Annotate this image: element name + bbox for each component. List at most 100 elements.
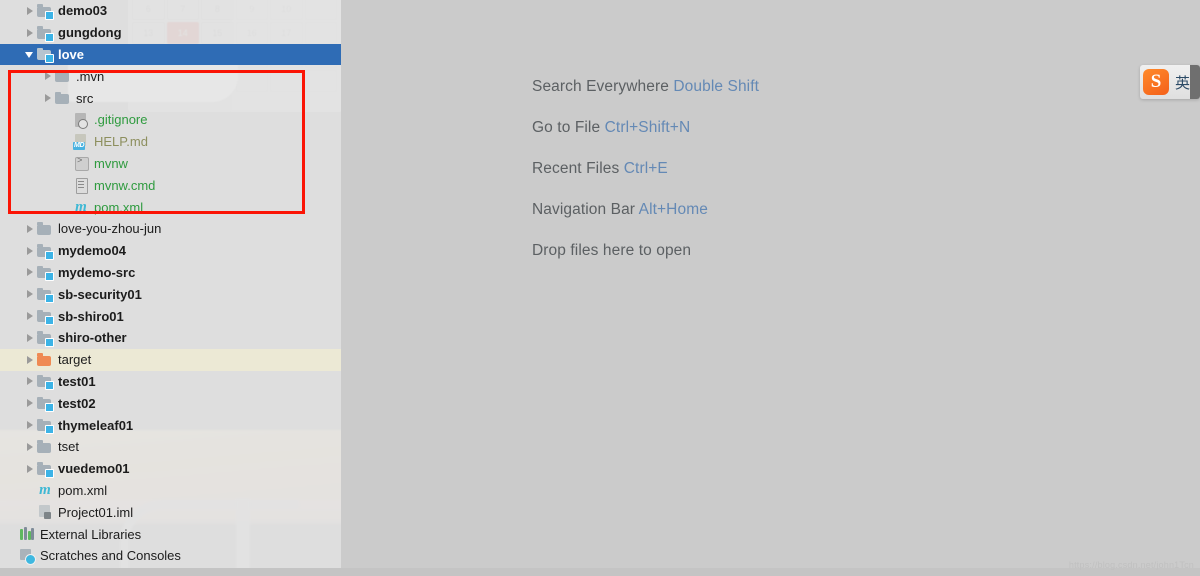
tree-row[interactable]: target — [0, 348, 341, 371]
tree-row[interactable]: sb-shiro01 — [0, 305, 341, 327]
tree-node-label: Scratches and Consoles — [40, 548, 181, 564]
tree-row[interactable]: test02 — [0, 392, 341, 414]
chevron-right-icon[interactable] — [24, 419, 37, 432]
scratches-icon — [19, 548, 36, 565]
tree-row[interactable]: mvnw.cmd — [0, 174, 341, 196]
chevron-down-icon[interactable] — [24, 48, 37, 61]
tree-row[interactable]: mydemo-src — [0, 262, 341, 284]
library-bar-glyph — [31, 528, 34, 541]
chevron-right-icon[interactable] — [24, 440, 37, 453]
shortcut-hint-row: Drop files here to open — [532, 242, 759, 260]
tree-row[interactable]: mvnw — [0, 153, 341, 175]
tree-node-label: pom.xml — [94, 199, 144, 215]
tree-row[interactable]: Scratches and Consoles — [0, 545, 341, 567]
ime-language-mode-label[interactable]: 英 — [1175, 72, 1190, 93]
folder-module-icon — [37, 25, 54, 42]
folder-module-icon — [37, 46, 54, 64]
shortcut-hint-row: Search Everywhere Double Shift — [532, 78, 759, 96]
tree-row[interactable]: gungdong — [0, 22, 341, 44]
tree-node-label: mydemo-src — [58, 264, 136, 280]
chevron-right-icon[interactable] — [24, 26, 37, 39]
tree-node-label: thymeleaf01 — [58, 417, 134, 433]
chevron-right-icon[interactable] — [24, 331, 37, 344]
chevron-right-icon[interactable] — [24, 397, 37, 410]
watermark-text: https://blog.csdn.net/john1Tcn — [1068, 560, 1194, 570]
module-badge-icon — [45, 32, 54, 42]
tree-row[interactable]: thymeleaf01 — [0, 414, 341, 436]
folder-module-icon — [37, 330, 54, 347]
tree-node-label: test02 — [58, 395, 96, 411]
project-tree[interactable]: demo03 gungdong love .mvn src .gitignore MD HEL… — [0, 0, 341, 567]
chevron-right-icon[interactable] — [24, 222, 37, 235]
tree-row[interactable]: sb-security01 — [0, 283, 341, 305]
file-lines-glyph — [78, 181, 84, 183]
cmd-file-icon — [73, 177, 89, 195]
chevron-right-icon[interactable] — [24, 266, 37, 279]
tree-row[interactable]: .mvn — [0, 65, 341, 87]
tree-node-label: pom.xml — [58, 482, 108, 498]
module-badge-icon — [45, 403, 54, 413]
chevron-right-icon[interactable] — [24, 288, 37, 301]
tree-node-label: sb-security01 — [58, 286, 142, 302]
tree-row[interactable]: test01 — [0, 371, 341, 393]
folder-icon — [37, 439, 53, 455]
tree-node-label: test01 — [58, 373, 96, 389]
chevron-right-icon[interactable] — [42, 70, 55, 83]
tree-node-label: mydemo04 — [58, 243, 126, 259]
chevron-right-icon[interactable] — [24, 462, 37, 475]
chevron-right-icon[interactable] — [24, 375, 37, 388]
tree-row[interactable]: m pom.xml — [0, 196, 341, 218]
tree-row[interactable]: MD HELP.md — [0, 131, 341, 153]
chevron-right-icon[interactable] — [24, 4, 37, 17]
chevron-right-icon[interactable] — [24, 353, 37, 366]
tree-node-label: gungdong — [58, 25, 122, 41]
tree-row[interactable]: m pom.xml — [0, 480, 341, 502]
editor-empty-area: Search Everywhere Double Shift Go to File… — [341, 0, 1200, 576]
tree-row[interactable]: src — [0, 87, 341, 109]
tree-row[interactable]: love — [0, 43, 341, 66]
chevron-right-icon[interactable] — [24, 310, 37, 323]
project-tool-window[interactable]: demo03 gungdong love .mvn src .gitignore MD HEL… — [0, 0, 341, 576]
sogou-ime-widget[interactable]: S 英 — [1140, 65, 1200, 99]
tree-node-label: tset — [58, 439, 79, 455]
ime-edge-strip — [1190, 65, 1200, 99]
tree-row[interactable]: mydemo04 — [0, 240, 341, 262]
chevron-right-icon[interactable] — [24, 244, 37, 257]
library-bar-glyph — [24, 527, 27, 541]
tree-node-label: demo03 — [58, 3, 108, 19]
folder-module-icon — [37, 461, 54, 478]
tree-node-label: love — [58, 46, 85, 62]
tree-row[interactable]: tset — [0, 436, 341, 458]
tree-node-label: target — [58, 352, 92, 368]
module-badge-icon — [45, 54, 54, 64]
tree-row[interactable]: demo03 — [0, 0, 341, 22]
tree-row[interactable]: External Libraries — [0, 523, 341, 545]
shortcut-action-label: Search Everywhere — [532, 78, 669, 95]
module-badge-icon — [45, 337, 54, 347]
gitignore-icon — [73, 112, 89, 129]
module-badge-icon — [45, 381, 54, 391]
tree-row[interactable]: shiro-other — [0, 327, 341, 349]
tree-row[interactable]: vuedemo01 — [0, 458, 341, 480]
tree-node-label: External Libraries — [40, 526, 142, 542]
chevron-right-icon[interactable] — [42, 92, 55, 105]
tree-row[interactable]: love-you-zhou-jun — [0, 218, 341, 240]
markdown-badge-icon: MD — [73, 141, 86, 150]
tree-node-label: shiro-other — [58, 330, 127, 346]
tree-row[interactable]: Project01.iml — [0, 501, 341, 523]
module-badge-icon — [45, 468, 54, 478]
shortcut-key-label: Ctrl+Shift+N — [604, 119, 691, 136]
shortcut-action-label: Drop files here to open — [532, 242, 692, 259]
folder-module-icon — [37, 395, 54, 413]
tree-row[interactable]: .gitignore — [0, 109, 341, 131]
module-badge-icon — [45, 425, 54, 435]
folder-module-icon — [37, 3, 54, 20]
markdown-icon: MD — [73, 133, 89, 150]
module-badge-icon — [45, 272, 54, 282]
shortcut-hint-list: Search Everywhere Double Shift Go to File… — [532, 78, 759, 260]
folder-module-icon — [37, 373, 54, 391]
